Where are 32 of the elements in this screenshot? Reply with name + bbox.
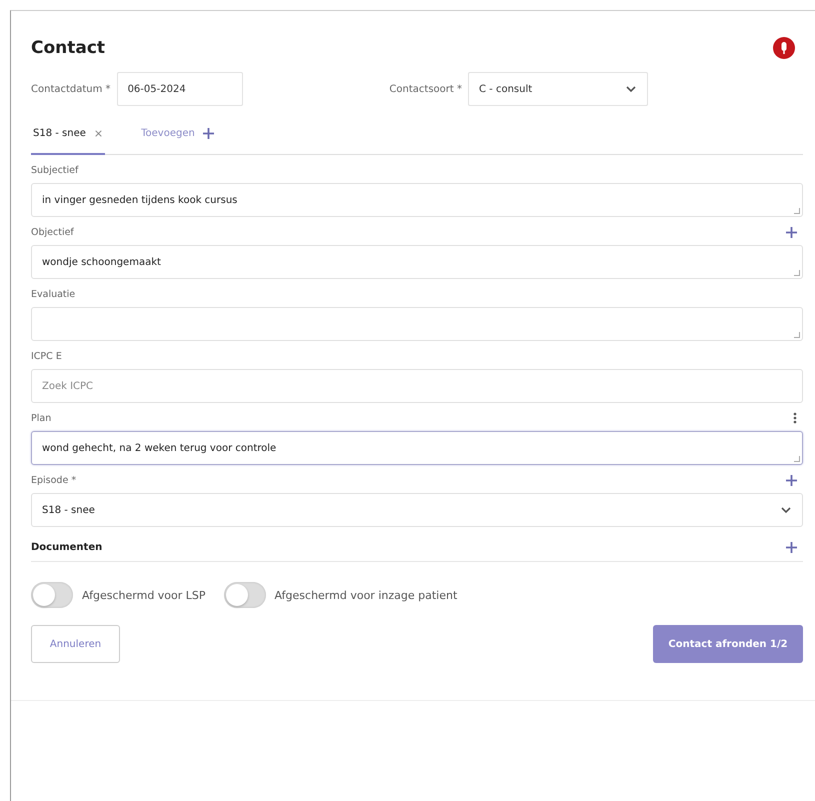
text-area[interactable]: wondje schoongemaakt [31, 245, 803, 279]
text-area[interactable]: wond gehecht, na 2 weken terug voor controle [31, 431, 803, 465]
plus-icon[interactable] [786, 226, 797, 238]
search-field[interactable]: Zoek ICPC [31, 369, 803, 403]
plus-icon[interactable] [202, 128, 214, 138]
type-select[interactable]: C - consult [468, 72, 648, 106]
field-label: Subjectief [31, 164, 78, 176]
toggle-label: Afgeschermd voor LSP [82, 588, 206, 602]
more-icon[interactable] [793, 412, 797, 424]
toggle-switch[interactable] [224, 582, 266, 608]
field-label: Contactsoort * [389, 84, 462, 94]
date-field[interactable]: 06-05-2024 [116, 72, 243, 106]
field-label: Plan [31, 412, 52, 424]
chevron-icon [780, 506, 792, 514]
toggle-switch[interactable] [31, 582, 73, 608]
dialog-title: Contact [31, 38, 106, 58]
field-label: Evaluatie [31, 288, 76, 300]
chevron-icon [625, 85, 637, 93]
field-label: Objectief [31, 226, 74, 238]
episode-select[interactable]: S18 - snee [31, 493, 803, 527]
field-label: Episode * [31, 474, 76, 486]
microphone-icon[interactable] [773, 37, 795, 59]
plus-icon[interactable] [786, 474, 797, 486]
cancel-button[interactable]: Annuleren [31, 625, 120, 663]
episode-tab[interactable]: S18 - snee × [31, 113, 106, 155]
text-area[interactable]: in vinger gesneden tijdens kook cursus [31, 183, 803, 217]
toggle-label: Afgeschermd voor inzage patient [274, 588, 458, 602]
close-icon[interactable]: × [94, 126, 104, 140]
field-label: Documenten [31, 542, 102, 552]
field-label: ICPC E [31, 350, 62, 362]
plus-icon[interactable] [786, 542, 797, 552]
field-label: Contactdatum * [31, 84, 111, 94]
